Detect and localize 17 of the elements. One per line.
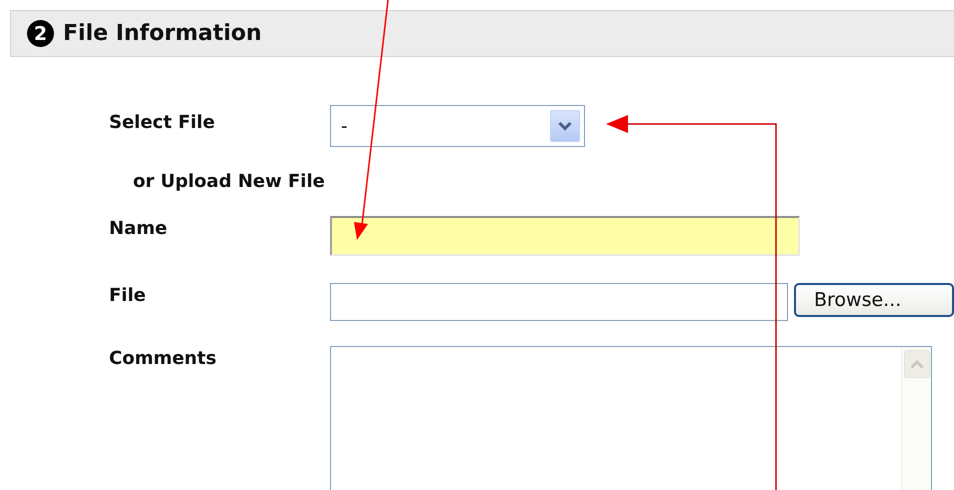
step-number: 2 [27,20,54,47]
browse-button[interactable]: Browse... [794,283,954,317]
scroll-up-button[interactable] [904,350,930,378]
dropdown-button[interactable] [550,110,580,142]
file-path-field[interactable] [330,283,788,321]
field-label: Select File [109,111,216,133]
section-title: File Information [63,21,262,46]
file-select[interactable]: - [330,105,585,147]
field-label: File [109,284,147,306]
scrollbar[interactable] [901,347,931,490]
name-field[interactable] [330,216,800,256]
comments-field[interactable] [330,346,932,490]
field-label: Name [109,217,168,239]
chevron-down-icon [558,121,572,131]
chevron-up-icon [910,360,924,368]
field-label: Comments [109,347,218,369]
upload-heading: or Upload New File [132,171,325,192]
